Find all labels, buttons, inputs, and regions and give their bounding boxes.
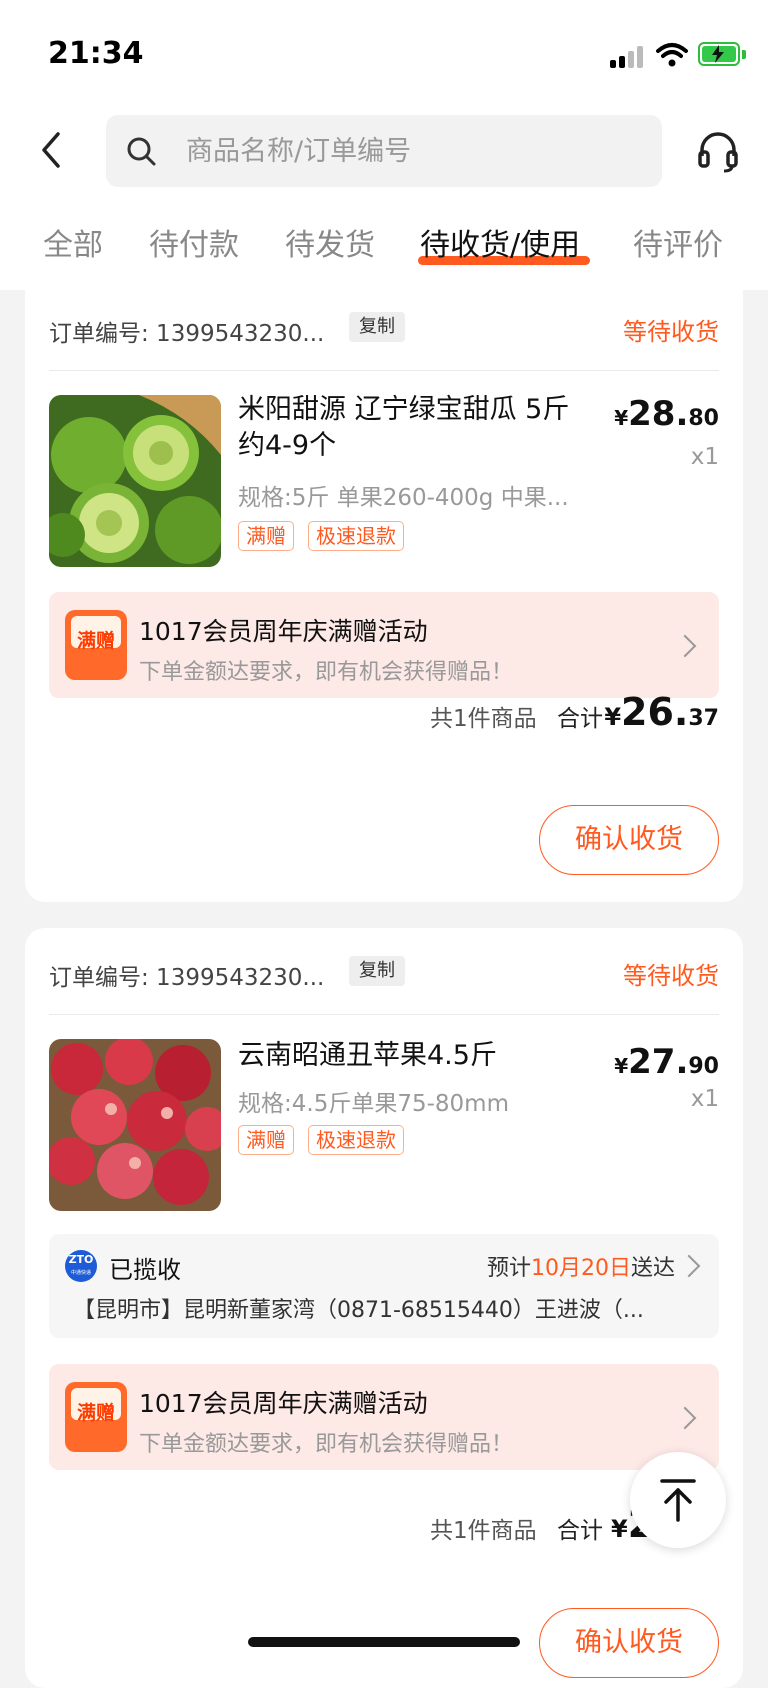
gift-badge-icon: 满赠 (65, 610, 127, 680)
product-spec: 规格:4.5斤单果75-80mm (238, 1091, 509, 1117)
logistics-status: 已揽收 (109, 1256, 181, 1284)
battery-icon (698, 42, 740, 66)
product-title[interactable]: 云南昭通丑苹果4.5斤 (238, 1038, 588, 1074)
total-label: 合计 (557, 706, 603, 732)
divider (49, 370, 719, 371)
chevron-right-icon (673, 1406, 697, 1430)
item-count: 共1件商品 (430, 1518, 537, 1544)
confirm-receipt-button[interactable]: 确认收货 (539, 1608, 719, 1678)
back-arrow-icon[interactable] (34, 128, 68, 172)
tag-gift: 满赠 (238, 521, 294, 551)
product-spec: 规格:5斤 单果260-400g 中果... (238, 485, 569, 511)
promo-title: 1017会员周年庆满赠活动 (139, 617, 428, 646)
product-quantity: x1 (690, 1086, 719, 1112)
search-placeholder: 商品名称/订单编号 (186, 136, 412, 167)
tag-fast-refund: 极速退款 (308, 1125, 404, 1155)
order-number: 订单编号: 1399543230... (49, 965, 325, 991)
gift-badge-icon: 满赠 (65, 1382, 127, 1452)
logistics-detail: 【昆明市】昆明新董家湾（0871-68515440）王进波（... (73, 1298, 644, 1323)
product-image-green-melon[interactable] (49, 395, 221, 567)
logistics-panel[interactable]: ZTO 中通快递 已揽收 预计10月20日送达 【昆明市】昆明新董家湾（0871… (49, 1234, 719, 1338)
tab-all[interactable]: 全部 (43, 226, 103, 266)
zto-express-logo-icon: ZTO 中通快递 (65, 1250, 97, 1282)
copy-order-number-button[interactable]: 复制 (349, 312, 405, 342)
battery-tip (742, 50, 746, 59)
item-count: 共1件商品 (430, 706, 537, 732)
promo-banner[interactable]: 满赠 1017会员周年庆满赠活动 下单金额达要求，即有机会获得赠品！ (49, 592, 719, 698)
order-card: 订单编号: 1399543230... 复制 等待收货 云南昭通丑苹果4.5斤 … (25, 928, 743, 1688)
wifi-icon (656, 43, 688, 67)
status-time: 21:34 (48, 36, 144, 71)
tab-pending-receipt[interactable]: 待收货/使用 (420, 226, 580, 266)
order-card: 订单编号: 1399543230... 复制 等待收货 米阳甜源 辽宁绿宝甜瓜 … (25, 270, 743, 902)
promo-subtitle: 下单金额达要求，即有机会获得赠品！ (139, 660, 514, 685)
product-image-red-apples[interactable] (49, 1039, 221, 1211)
promo-banner[interactable]: 满赠 1017会员周年庆满赠活动 下单金额达要求，即有机会获得赠品！ (49, 1364, 719, 1470)
order-status: 等待收货 (623, 962, 719, 990)
order-total: ¥26.37 (604, 690, 719, 734)
chevron-right-icon (677, 1254, 701, 1278)
back-to-top-button[interactable] (630, 1452, 726, 1548)
copy-order-number-button[interactable]: 复制 (349, 956, 405, 986)
delivery-eta: 预计10月20日送达 (486, 1256, 675, 1281)
top-bar: 21:34 商品名称/订单编号 全部 待付款 待发货 待收货/使用 待评价 (0, 0, 768, 290)
product-price: ¥27.90 (614, 1042, 719, 1082)
tag-fast-refund: 极速退款 (308, 521, 404, 551)
product-title[interactable]: 米阳甜源 辽宁绿宝甜瓜 5斤约4-9个 (238, 392, 588, 464)
product-quantity: x1 (690, 444, 719, 470)
tab-pending-payment[interactable]: 待付款 (149, 226, 239, 266)
tag-gift: 满赠 (238, 1125, 294, 1155)
order-status: 等待收货 (623, 318, 719, 346)
tab-pending-review[interactable]: 待评价 (633, 226, 723, 266)
order-number: 订单编号: 1399543230... (49, 321, 325, 347)
customer-service-icon[interactable] (696, 130, 740, 174)
tab-pending-shipment[interactable]: 待发货 (285, 226, 375, 266)
chevron-right-icon (673, 634, 697, 658)
search-icon (127, 137, 156, 166)
cellular-signal-icon (610, 46, 644, 68)
total-label: 合计 (557, 1518, 603, 1544)
divider (49, 1014, 719, 1015)
promo-subtitle: 下单金额达要求，即有机会获得赠品！ (139, 1432, 514, 1457)
promo-title: 1017会员周年庆满赠活动 (139, 1389, 428, 1418)
confirm-receipt-button[interactable]: 确认收货 (539, 805, 719, 875)
home-indicator (248, 1637, 520, 1647)
arrow-up-to-top-icon (660, 1479, 696, 1522)
product-price: ¥28.80 (614, 394, 719, 434)
